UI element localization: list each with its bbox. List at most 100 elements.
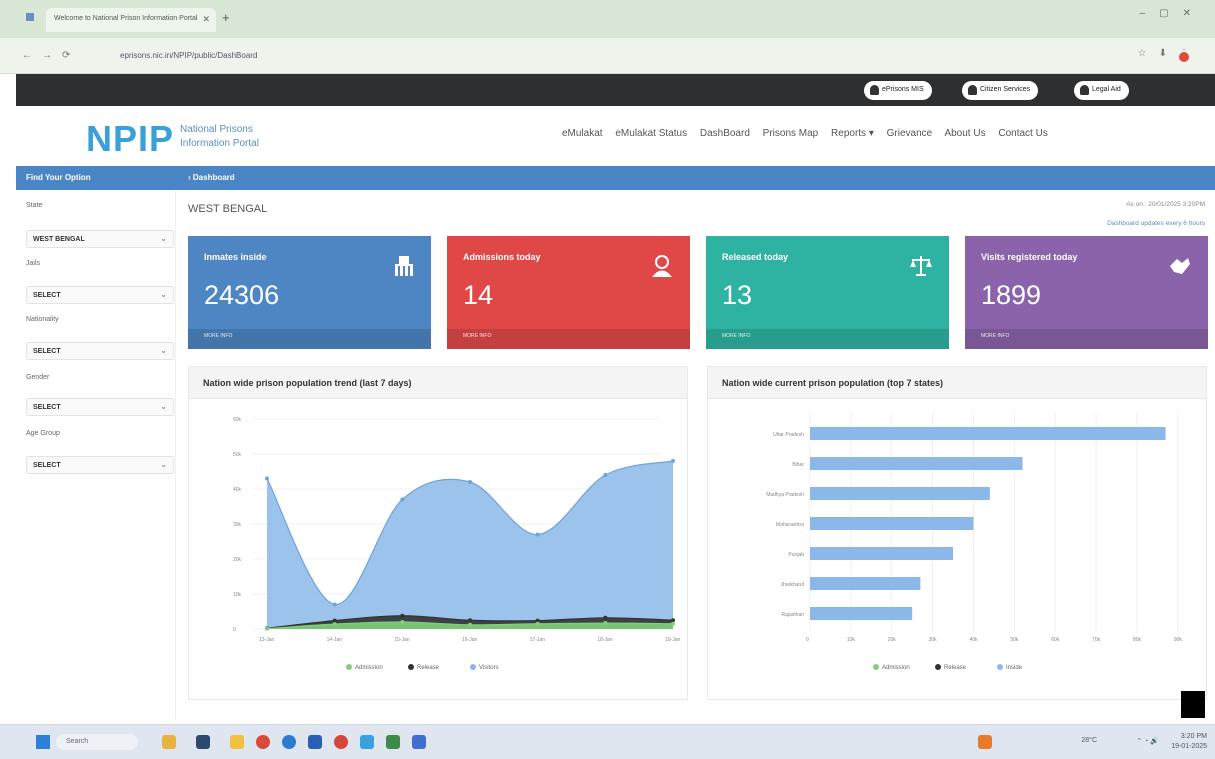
x-tick-label: 17-Jan <box>530 637 546 643</box>
more-info-link[interactable]: MORE INFO <box>981 333 1009 339</box>
data-point <box>603 615 608 620</box>
windows-start-icon[interactable] <box>36 735 50 749</box>
new-tab-icon[interactable]: + <box>222 10 230 25</box>
age-group-select[interactable]: SELECT ⌄ <box>26 456 174 474</box>
nav-about-us[interactable]: About Us <box>944 128 985 139</box>
nationality-select[interactable]: SELECT ⌄ <box>26 342 174 360</box>
y-tick-label: 40k <box>233 487 242 493</box>
window-controls[interactable]: –▢✕ <box>1140 8 1205 19</box>
data-point <box>603 473 608 477</box>
jails-select-value: SELECT <box>33 292 61 299</box>
chevron-down-icon: ⌄ <box>160 290 167 299</box>
panel-header: Nation wide current prison population (t… <box>708 367 1206 399</box>
data-point <box>332 618 337 623</box>
more-info-link[interactable]: MORE INFO <box>204 333 232 339</box>
released-today-card[interactable]: Released today 13 MORE INFO <box>706 236 949 349</box>
more-info-link[interactable]: MORE INFO <box>722 333 750 339</box>
weather-icon[interactable] <box>978 735 992 749</box>
y-tick-label: 60k <box>233 417 242 423</box>
age-group-label: Age Group <box>26 430 60 437</box>
legal-aid-button[interactable]: Legal Aid <box>1074 81 1129 100</box>
legend-marker <box>997 664 1003 670</box>
chevron-down-icon: ⌄ <box>160 346 167 355</box>
eprisons-mis-button[interactable]: ePrisons MIS <box>864 81 932 100</box>
inmates-inside-card[interactable]: Inmates inside 24306 MORE INFO <box>188 236 431 349</box>
page-title: WEST BENGAL <box>188 203 268 215</box>
bar <box>810 577 921 590</box>
category-label: Jharkhand <box>781 582 805 588</box>
gender-select[interactable]: SELECT ⌄ <box>26 398 174 416</box>
nav-grievance[interactable]: Grievance <box>887 128 933 139</box>
browser-toolbar-icons[interactable]: ☆⬇⋮ <box>1138 48 1201 59</box>
legend-marker <box>408 664 414 670</box>
profile-icon[interactable] <box>1179 52 1189 62</box>
bar <box>810 427 1166 440</box>
jails-label: Jails <box>26 260 41 267</box>
age-group-select-value: SELECT <box>33 462 61 469</box>
app-icon[interactable] <box>412 735 426 749</box>
data-point <box>400 613 405 618</box>
taskbar-search[interactable]: Search <box>56 734 138 750</box>
x-tick-label: 14-Jan <box>327 637 343 643</box>
clock[interactable]: 3:20 PM 19-01-2025 <box>1171 732 1207 752</box>
chrome-icon[interactable] <box>256 735 270 749</box>
close-tab-icon[interactable]: ✕ <box>202 14 210 25</box>
store-icon[interactable] <box>308 735 322 749</box>
nationality-label: Nationality <box>26 316 59 323</box>
app-icon[interactable] <box>386 735 400 749</box>
chevron-down-icon: ⌄ <box>160 460 167 469</box>
widgets-icon[interactable] <box>162 735 176 749</box>
card-title: Visits registered today <box>981 252 1078 262</box>
browser-tab[interactable]: Welcome to National Prison Information P… <box>46 8 216 32</box>
admissions-today-card[interactable]: Admissions today 14 MORE INFO <box>447 236 690 349</box>
nav-contact-us[interactable]: Contact Us <box>998 128 1047 139</box>
nav-dashboard[interactable]: DashBoard <box>700 128 750 139</box>
jails-select[interactable]: SELECT ⌄ <box>26 286 174 304</box>
data-point <box>535 532 540 537</box>
prison-icon <box>393 254 415 283</box>
nav-emulakat[interactable]: eMulakat <box>562 128 603 139</box>
url-field[interactable]: eprisons.nic.in/NPIP/public/DashBoard <box>110 47 1070 65</box>
x-tick-label: 60k <box>1051 637 1060 643</box>
navigation-icons[interactable]: ←→⟳ <box>22 50 80 61</box>
series-area-visitors <box>267 461 673 629</box>
user-icon <box>870 85 879 95</box>
card-value: 24306 <box>204 280 280 310</box>
card-title: Inmates inside <box>204 252 267 262</box>
y-tick-label: 20k <box>233 557 242 563</box>
app-icon[interactable] <box>360 735 374 749</box>
nav-reports[interactable]: Reports ▾ <box>831 128 874 139</box>
file-explorer-icon[interactable] <box>196 735 210 749</box>
handshake-icon <box>1168 254 1192 283</box>
folder-icon[interactable] <box>230 735 244 749</box>
breadcrumb[interactable]: › Dashboard <box>188 173 235 182</box>
category-label: Bihar <box>792 462 804 468</box>
nav-prisons-map[interactable]: Prisons Map <box>763 128 819 139</box>
card-value: 1899 <box>981 280 1042 310</box>
more-info-link[interactable]: MORE INFO <box>463 333 491 339</box>
category-label: Punjab <box>788 552 804 558</box>
data-point <box>468 618 472 623</box>
citizen-services-button[interactable]: Citizen Services <box>962 81 1039 100</box>
x-tick-label: 15-Jan <box>394 637 410 643</box>
legend-label: Admission <box>882 665 910 671</box>
state-select[interactable]: WEST BENGAL ⌄ <box>26 230 174 248</box>
browser-app-icon[interactable] <box>334 735 348 749</box>
top-dark-bar: ePrisons MIS Citizen Services Legal Aid <box>16 74 1215 106</box>
y-tick-label: 0 <box>233 627 236 633</box>
user-icon <box>1080 85 1089 95</box>
tray-icons[interactable]: ⌃ ◔ 🔊 <box>1136 737 1159 745</box>
state-label: State <box>26 202 43 209</box>
visits-registered-today-card[interactable]: Visits registered today 1899 MORE INFO <box>965 236 1208 349</box>
x-tick-label: 20k <box>888 637 897 643</box>
nav-emulakat-status[interactable]: eMulakat Status <box>615 128 687 139</box>
trend-chart-title: Nation wide prison population trend (las… <box>203 378 412 388</box>
nationality-select-value: SELECT <box>33 348 61 355</box>
x-tick-label: 50k <box>1010 637 1019 643</box>
tab-search-icon[interactable] <box>26 13 34 21</box>
npip-logo[interactable]: NPIP <box>86 118 174 160</box>
legend-marker <box>470 664 476 670</box>
gender-select-value: SELECT <box>33 404 61 411</box>
edge-icon[interactable] <box>282 735 296 749</box>
main-nav: eMulakat eMulakat Status DashBoard Priso… <box>562 128 1058 139</box>
